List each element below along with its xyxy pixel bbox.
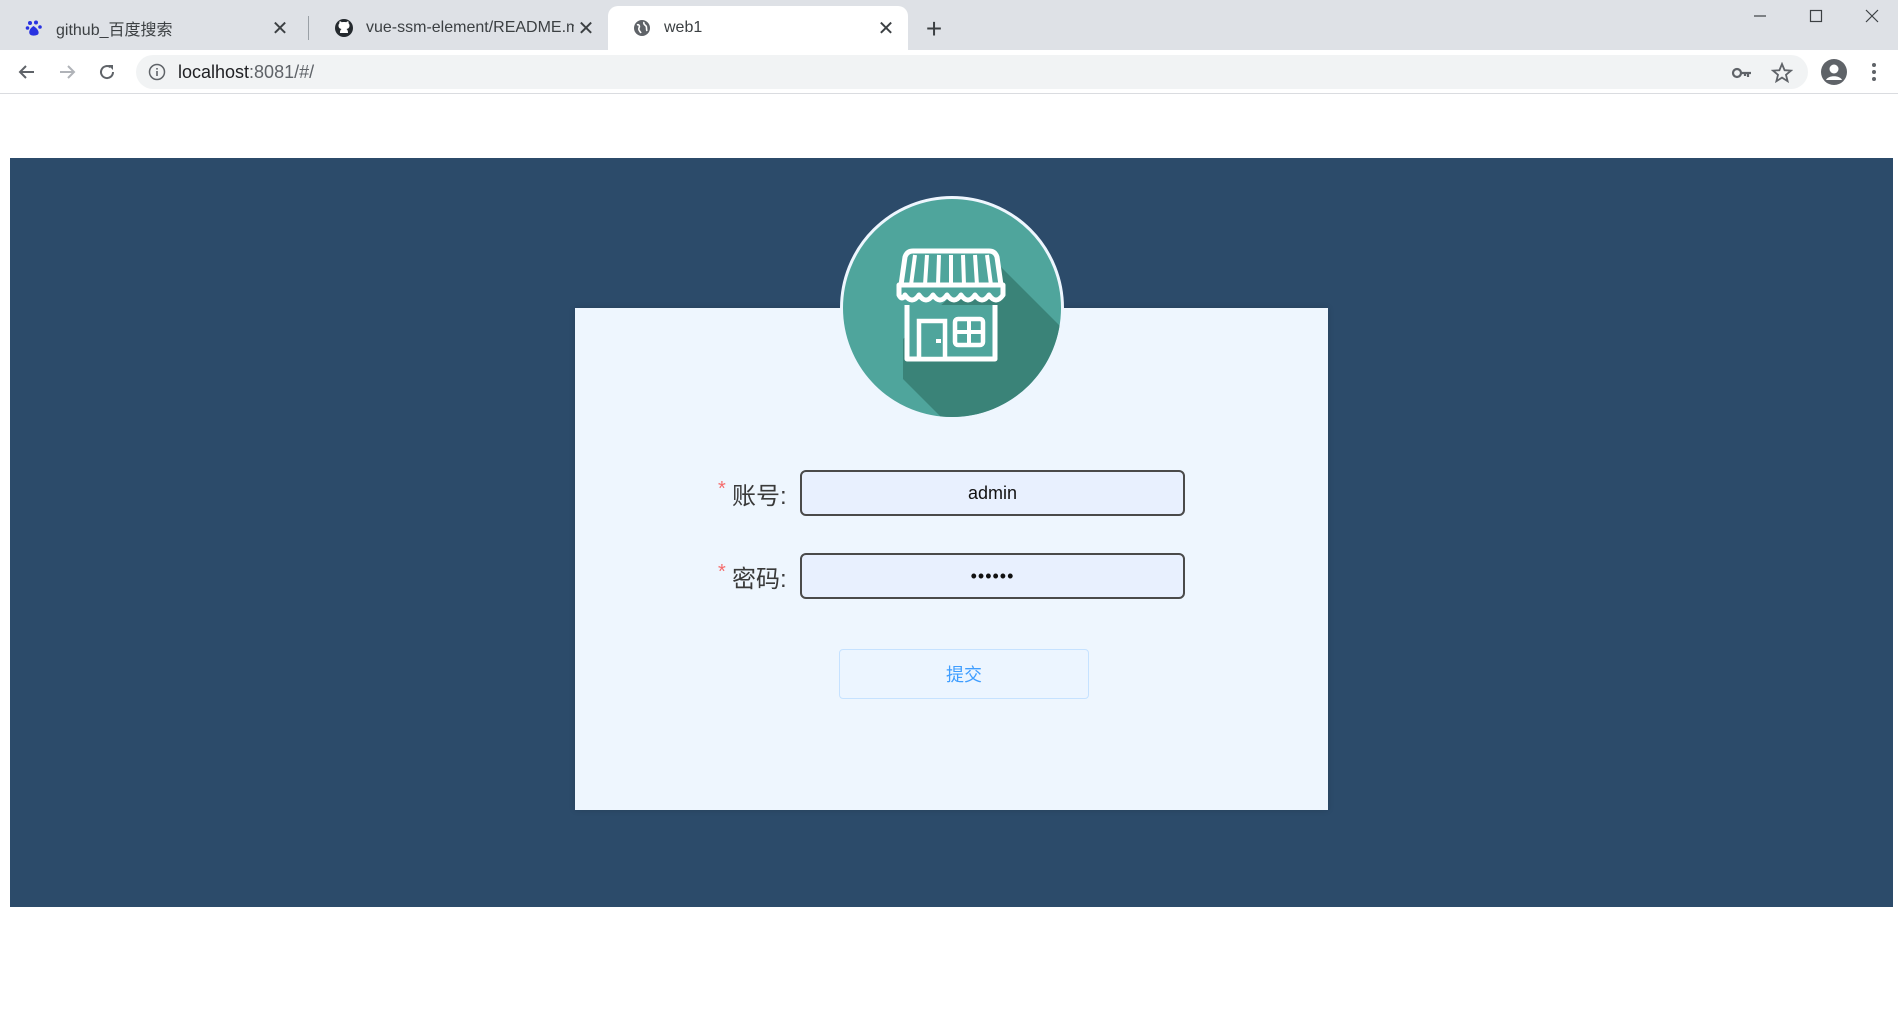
password-label: 密码: — [732, 566, 787, 593]
maximize-icon[interactable] — [1788, 0, 1844, 32]
address-url: localhost:8081/#/ — [178, 62, 314, 83]
password-input[interactable]: •••••• — [800, 553, 1185, 599]
forward-arrow-icon[interactable] — [51, 56, 83, 88]
info-icon[interactable] — [148, 63, 166, 81]
address-bar[interactable]: localhost:8081/#/ — [136, 55, 1808, 89]
account-input[interactable]: admin — [800, 470, 1185, 516]
tab-separator — [308, 16, 309, 40]
menu-kebab-icon[interactable] — [1858, 56, 1890, 88]
required-mark: * — [718, 478, 726, 500]
account-row: * 账号: admin — [575, 470, 1328, 516]
minimize-icon[interactable] — [1732, 0, 1788, 32]
baidu-paw-icon — [24, 18, 44, 38]
window-close-icon[interactable] — [1844, 0, 1898, 32]
reload-icon[interactable] — [91, 56, 123, 88]
back-arrow-icon[interactable] — [11, 56, 43, 88]
tab-web1[interactable]: web1 ✕ — [608, 6, 908, 50]
key-icon[interactable] — [1730, 61, 1754, 85]
tab-title: vue-ssm-element/README.md — [366, 19, 574, 36]
tab-title: web1 — [664, 19, 703, 36]
tab-github-readme[interactable]: vue-ssm-element/README.md ✕ — [310, 6, 608, 50]
github-icon — [334, 18, 354, 38]
profile-avatar-icon[interactable] — [1818, 56, 1850, 88]
required-mark: * — [718, 561, 726, 583]
login-form: * 账号: admin * 密码: •••••• 提交 — [575, 308, 1328, 810]
new-tab-button[interactable]: + — [918, 13, 950, 45]
bookmark-star-icon[interactable] — [1770, 61, 1794, 85]
close-icon[interactable]: ✕ — [874, 16, 898, 40]
globe-icon — [632, 18, 652, 38]
tab-baidu-search[interactable]: github_百度搜索 ✕ — [0, 6, 302, 50]
password-row: * 密码: •••••• — [575, 553, 1328, 599]
browser-toolbar: localhost:8081/#/ — [0, 50, 1898, 94]
address-host: localhost — [178, 62, 250, 82]
tab-strip: github_百度搜索 ✕ vue-ssm-element/README.md … — [0, 0, 1898, 50]
submit-button[interactable]: 提交 — [839, 649, 1089, 699]
account-label: 账号: — [732, 483, 787, 510]
close-icon[interactable]: ✕ — [574, 16, 598, 40]
address-path: :8081/#/ — [249, 62, 315, 82]
close-icon[interactable]: ✕ — [268, 16, 292, 40]
tab-title: github_百度搜索 — [56, 22, 173, 39]
